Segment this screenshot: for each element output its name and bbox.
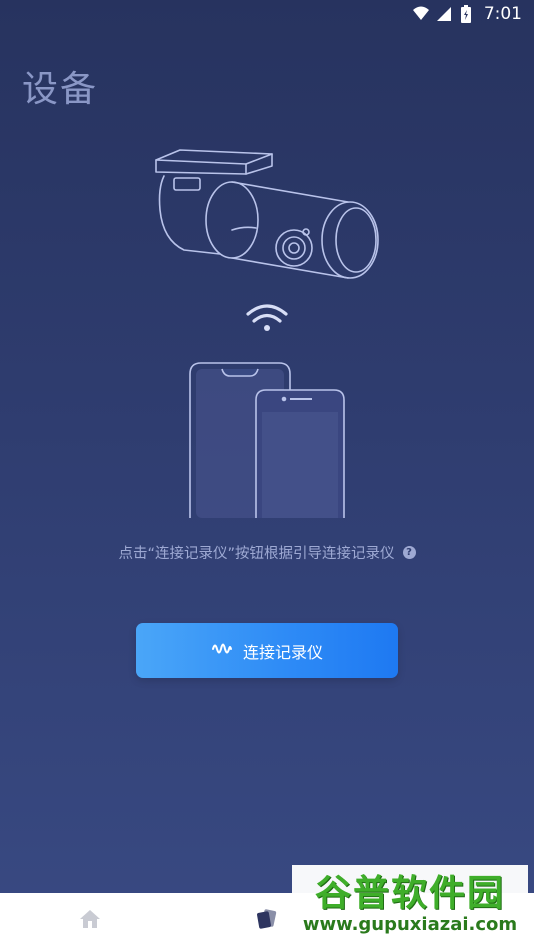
page-title: 设备: [22, 69, 99, 110]
dashcam-illustration: [155, 149, 379, 518]
watermark-title: 谷普软件园: [314, 873, 505, 914]
connect-recorder-button[interactable]: 连接记录仪: [136, 623, 398, 678]
home-icon: [78, 908, 102, 934]
battery-icon: [460, 5, 478, 23]
nav-home[interactable]: [76, 907, 104, 935]
wifi-icon: [412, 5, 430, 23]
sound-wave-icon: [211, 638, 233, 664]
signal-icon: [436, 5, 454, 23]
status-time: 7:01: [483, 4, 522, 24]
device-cards-icon: [254, 907, 278, 935]
status-bar: 7:01: [0, 0, 534, 28]
help-icon[interactable]: ?: [402, 546, 416, 559]
watermark: 谷普软件园 www.gupuxiazai.com: [292, 865, 528, 945]
watermark-url: www.gupuxiazai.com: [302, 914, 518, 935]
nav-devices[interactable]: [252, 907, 280, 935]
connect-recorder-label: 连接记录仪: [242, 642, 323, 662]
hint-text: 点击“连接记录仪”按钮根据引导连接记录仪: [118, 546, 395, 562]
connect-hint: 点击“连接记录仪”按钮根据引导连接记录仪 ?: [0, 542, 534, 563]
